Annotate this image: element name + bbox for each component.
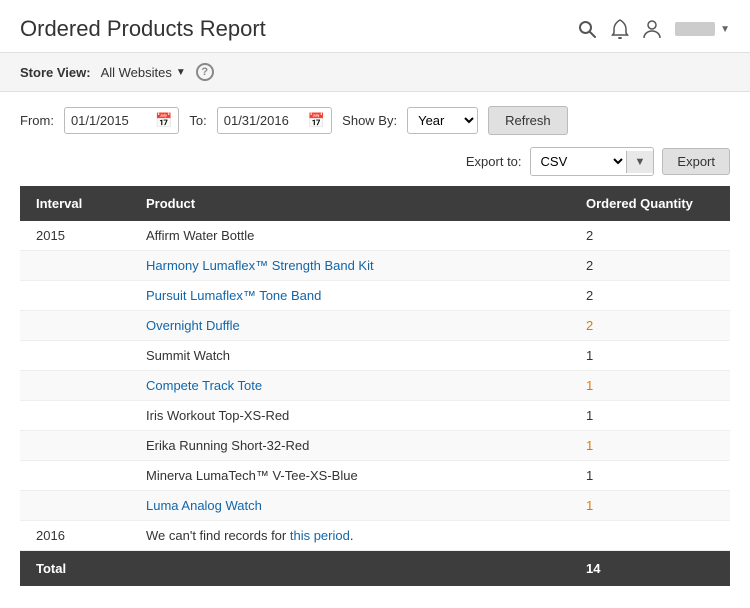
show-by-label: Show By: <box>342 113 397 128</box>
cell-interval <box>20 461 130 491</box>
cell-qty: 2 <box>570 281 730 311</box>
table-footer: Total 14 <box>20 551 730 587</box>
table-row: Compete Track Tote 1 <box>20 371 730 401</box>
cell-product: Iris Workout Top-XS-Red <box>130 401 570 431</box>
from-calendar-icon[interactable]: 📅 <box>155 112 172 129</box>
product-link[interactable]: Luma Analog Watch <box>146 498 262 513</box>
footer-empty <box>130 551 570 587</box>
show-by-select[interactable]: Year Month Day <box>407 107 478 134</box>
cell-product: Affirm Water Bottle <box>130 221 570 251</box>
store-view-chevron-icon: ▼ <box>176 67 186 78</box>
cell-product[interactable]: Luma Analog Watch <box>130 491 570 521</box>
table-row: Pursuit Lumaflex™ Tone Band 2 <box>20 281 730 311</box>
table-row: Erika Running Short-32-Red1 <box>20 431 730 461</box>
table-row: Luma Analog Watch 1 <box>20 491 730 521</box>
cell-interval: 2015 <box>20 221 130 251</box>
report-table: Interval Product Ordered Quantity 2015Af… <box>20 186 730 586</box>
export-format-select[interactable]: CSV XML Excel XML <box>531 148 626 175</box>
page-title: Ordered Products Report <box>20 16 266 42</box>
export-format-chevron-icon[interactable]: ▼ <box>626 151 654 173</box>
table-row: 2015Affirm Water Bottle2 <box>20 221 730 251</box>
no-records-link[interactable]: this period <box>290 528 350 543</box>
cell-interval <box>20 281 130 311</box>
cell-interval <box>20 251 130 281</box>
cell-interval <box>20 371 130 401</box>
table-wrap: Interval Product Ordered Quantity 2015Af… <box>0 186 750 606</box>
to-date-input[interactable] <box>224 113 304 128</box>
table-row: Overnight Duffle 2 <box>20 311 730 341</box>
table-row: Iris Workout Top-XS-Red1 <box>20 401 730 431</box>
header-icons: ▼ <box>577 19 730 39</box>
page-header: Ordered Products Report ▼ <box>0 0 750 53</box>
cell-product[interactable]: Overnight Duffle <box>130 311 570 341</box>
user-avatar-bar <box>675 22 715 36</box>
cell-product[interactable]: Harmony Lumaflex™ Strength Band Kit <box>130 251 570 281</box>
filter-bar: From: 📅 To: 📅 Show By: Year Month Day Re… <box>0 92 750 143</box>
cell-interval <box>20 311 130 341</box>
user-chevron-icon: ▼ <box>720 24 730 35</box>
col-header-qty: Ordered Quantity <box>570 186 730 221</box>
cell-interval <box>20 491 130 521</box>
store-bar: Store View: All Websites ▼ ? <box>0 53 750 92</box>
refresh-button[interactable]: Refresh <box>488 106 568 135</box>
to-label: To: <box>189 113 206 128</box>
export-button[interactable]: Export <box>662 148 730 175</box>
table-header: Interval Product Ordered Quantity <box>20 186 730 221</box>
table-row: Harmony Lumaflex™ Strength Band Kit 2 <box>20 251 730 281</box>
footer-total-label: Total <box>20 551 130 587</box>
table-body: 2015Affirm Water Bottle2Harmony Lumaflex… <box>20 221 730 551</box>
to-calendar-icon[interactable]: 📅 <box>308 112 325 129</box>
export-format-wrap: CSV XML Excel XML ▼ <box>530 147 655 176</box>
from-date-input-wrap: 📅 <box>64 107 179 134</box>
export-label: Export to: <box>466 154 522 169</box>
cell-qty: 1 <box>570 431 730 461</box>
cell-qty: 1 <box>570 491 730 521</box>
cell-interval <box>20 341 130 371</box>
col-header-product: Product <box>130 186 570 221</box>
cell-qty: 2 <box>570 311 730 341</box>
from-date-input[interactable] <box>71 113 151 128</box>
footer-total-qty: 14 <box>570 551 730 587</box>
bell-icon[interactable] <box>611 19 629 39</box>
help-icon[interactable]: ? <box>196 63 214 81</box>
col-header-interval: Interval <box>20 186 130 221</box>
product-link[interactable]: Harmony Lumaflex™ Strength Band Kit <box>146 258 374 273</box>
export-row: Export to: CSV XML Excel XML ▼ Export <box>0 143 750 186</box>
store-view-value: All Websites <box>101 65 172 80</box>
cell-qty: 2 <box>570 221 730 251</box>
search-icon[interactable] <box>577 19 597 39</box>
cell-product: Summit Watch <box>130 341 570 371</box>
cell-product[interactable]: Pursuit Lumaflex™ Tone Band <box>130 281 570 311</box>
cell-qty: 1 <box>570 341 730 371</box>
product-link[interactable]: Overnight Duffle <box>146 318 240 333</box>
store-view-label: Store View: <box>20 65 91 80</box>
table-row: Summit Watch1 <box>20 341 730 371</box>
from-label: From: <box>20 113 54 128</box>
cell-interval <box>20 431 130 461</box>
product-link[interactable]: Compete Track Tote <box>146 378 262 393</box>
table-row: 2016We can't find records for this perio… <box>20 521 730 551</box>
cell-interval <box>20 401 130 431</box>
cell-qty: 2 <box>570 251 730 281</box>
product-link[interactable]: Pursuit Lumaflex™ Tone Band <box>146 288 321 303</box>
store-view-select[interactable]: All Websites ▼ <box>101 65 186 80</box>
to-date-input-wrap: 📅 <box>217 107 332 134</box>
cell-qty: 1 <box>570 371 730 401</box>
cell-qty <box>570 521 730 551</box>
cell-product: Minerva LumaTech™ V-Tee-XS-Blue <box>130 461 570 491</box>
cell-interval: 2016 <box>20 521 130 551</box>
cell-product[interactable]: Compete Track Tote <box>130 371 570 401</box>
table-row: Minerva LumaTech™ V-Tee-XS-Blue1 <box>20 461 730 491</box>
cell-product: We can't find records for this period. <box>130 521 570 551</box>
cell-product: Erika Running Short-32-Red <box>130 431 570 461</box>
user-icon[interactable] <box>643 19 661 39</box>
user-menu[interactable]: ▼ <box>675 22 730 36</box>
cell-qty: 1 <box>570 401 730 431</box>
cell-qty: 1 <box>570 461 730 491</box>
